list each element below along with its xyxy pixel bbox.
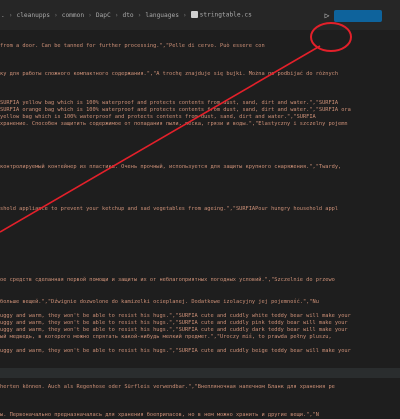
code-editor[interactable]: from a door. Can be tanned for further p… [0,30,400,418]
chevron-right-icon: › [54,11,58,19]
chevron-right-icon: › [182,11,187,19]
editor-title-bar: . › cleanupps › common › DapC › dto › la… [0,0,400,30]
file-icon [190,11,198,19]
chevron-right-icon: › [137,11,142,19]
code-line[interactable]: from a door. Can be tanned for further p… [0,42,400,50]
chevron-right-icon: › [114,11,119,19]
chevron-right-icon: › [88,11,92,19]
code-line[interactable]: ый медведь, в которого можно спрятать ка… [0,333,400,341]
breadcrumb: . › cleanupps › common › DapC › dto › la… [0,4,320,26]
breadcrumb-item[interactable]: DapC [95,12,112,19]
current-line-highlight [0,367,400,378]
highlighted-button[interactable] [334,10,382,22]
breadcrumb-item[interactable]: languages [144,12,180,19]
breadcrumb-item[interactable]: common [61,12,85,19]
code-line[interactable]: ку для работы сложного компактного содер… [0,70,400,78]
chevron-right-icon: › [8,11,13,19]
code-line[interactable]: ы. Первоначально предназначалась для хра… [0,411,400,419]
breadcrumb-file[interactable]: stringtable.cs [190,11,253,19]
breadcrumb-file-label: stringtable.cs [199,11,252,19]
code-line[interactable]: контролируемый контейнер из пластика. Оч… [0,163,400,171]
code-line[interactable]: uggy and warm, they won't be able to res… [0,347,400,355]
code-line[interactable]: shold appliance to prevent your ketchup … [0,205,400,213]
code-line[interactable]: ое средств сделанная первой помощи и защ… [0,276,400,284]
code-line[interactable]: больше вещей.","Dźwignie dozwolone do ka… [0,298,400,306]
breadcrumb-item[interactable]: dto [121,12,134,19]
code-line[interactable]: хранение. Способен защитить содержимое о… [0,120,400,128]
top-right-controls: ▷ [322,10,382,22]
breadcrumb-item[interactable]: cleanupps [15,12,51,19]
code-line[interactable]: herten können. Auch als Regenhose oder S… [0,383,400,391]
run-icon[interactable]: ▷ [322,10,332,22]
breadcrumb-item[interactable]: . [0,12,6,19]
